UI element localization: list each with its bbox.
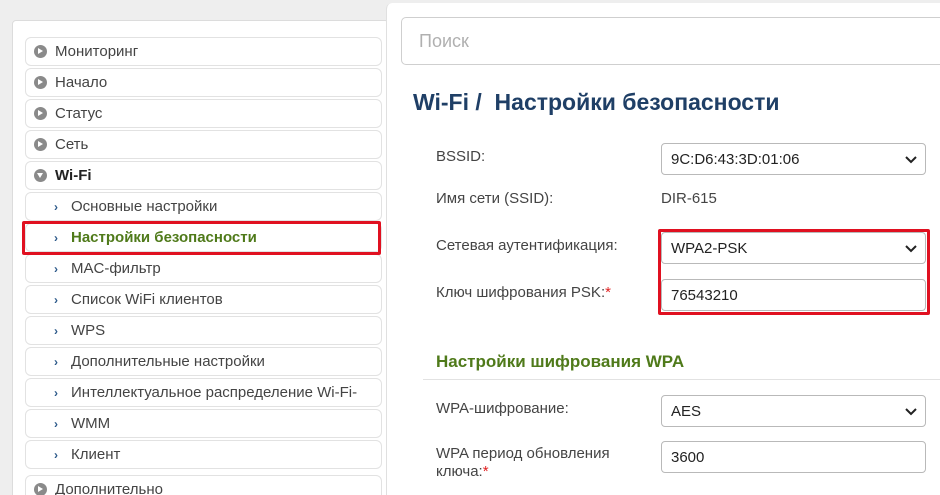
circle-arrow-right-icon bbox=[34, 483, 47, 495]
sidebar-item-label: Настройки безопасности bbox=[71, 229, 257, 246]
wpa-encryption-select[interactable]: AES bbox=[661, 395, 926, 427]
sidebar-item-mac-filter[interactable]: › MAC-фильтр bbox=[25, 254, 382, 283]
main-content: Wi-Fi / Настройки безопасности BSSID: 9C… bbox=[386, 3, 940, 495]
circle-arrow-down-icon bbox=[34, 169, 47, 182]
sidebar-item-monitoring[interactable]: Мониторинг bbox=[25, 37, 382, 66]
sidebar-item-label: Начало bbox=[55, 74, 108, 91]
psk-value: 76543210 bbox=[671, 286, 738, 304]
wpa-period-input[interactable]: 3600 bbox=[661, 441, 926, 473]
page-title: Wi-Fi / Настройки безопасности bbox=[413, 89, 780, 115]
sidebar-item-label: Wi-Fi bbox=[55, 167, 92, 184]
sidebar-item-label: Сеть bbox=[55, 136, 89, 153]
sidebar-item-network[interactable]: Сеть bbox=[25, 130, 382, 159]
search-input[interactable] bbox=[401, 17, 940, 65]
sidebar-item-security-settings[interactable]: › Настройки безопасности bbox=[25, 223, 382, 252]
sidebar-item-label: Основные настройки bbox=[71, 198, 218, 215]
chevron-right-icon: › bbox=[54, 354, 58, 369]
bssid-value: 9C:D6:43:3D:01:06 bbox=[671, 150, 800, 168]
chevron-right-icon: › bbox=[54, 385, 58, 400]
sidebar-item-label: WMM bbox=[71, 415, 111, 432]
chevron-right-icon: › bbox=[54, 292, 58, 307]
bssid-select[interactable]: 9C:D6:43:3D:01:06 bbox=[661, 143, 926, 175]
chevron-right-icon: › bbox=[54, 230, 58, 245]
sidebar-item-basic-settings[interactable]: › Основные настройки bbox=[25, 192, 382, 221]
wpa-encryption-value: AES bbox=[671, 402, 702, 420]
sidebar-item-wmm[interactable]: › WMM bbox=[25, 409, 382, 438]
sidebar-item-label: Дополнительно bbox=[55, 481, 163, 495]
circle-arrow-right-icon bbox=[34, 76, 47, 89]
chevron-down-icon bbox=[905, 156, 917, 164]
sidebar-item-status[interactable]: Статус bbox=[25, 99, 382, 128]
sidebar-item-label: Интеллектуальное распределение Wi-Fi- bbox=[71, 384, 358, 401]
bssid-label: BSSID: bbox=[436, 148, 486, 165]
sidebar-item-smart-distribution[interactable]: › Интеллектуальное распределение Wi-Fi- bbox=[25, 378, 382, 407]
chevron-right-icon: › bbox=[54, 261, 58, 276]
chevron-right-icon: › bbox=[54, 447, 58, 462]
sidebar-menu: Мониторинг Начало Статус Сеть Wi-Fi › Ос… bbox=[12, 20, 389, 495]
circle-arrow-right-icon bbox=[34, 45, 47, 58]
circle-arrow-right-icon bbox=[34, 138, 47, 151]
sidebar-item-wps[interactable]: › WPS bbox=[25, 316, 382, 345]
sidebar-item-advanced-settings[interactable]: › Дополнительные настройки bbox=[25, 347, 382, 376]
sidebar-item-label: Дополнительные настройки bbox=[71, 353, 265, 370]
chevron-right-icon: › bbox=[54, 323, 58, 338]
sidebar-item-additional[interactable]: Дополнительно bbox=[25, 475, 382, 495]
sidebar-item-label: Статус bbox=[55, 105, 103, 122]
section-title: Настройки шифрования WPA bbox=[436, 352, 685, 371]
wpa-encryption-label: WPA-шифрование: bbox=[436, 400, 569, 417]
auth-select[interactable]: WPA2-PSK bbox=[661, 232, 926, 264]
sidebar-item-start[interactable]: Начало bbox=[25, 68, 382, 97]
auth-value: WPA2-PSK bbox=[671, 239, 748, 257]
ssid-value: DIR-615 bbox=[661, 190, 717, 207]
chevron-right-icon: › bbox=[54, 199, 58, 214]
wpa-period-label: WPA период обновления ключа:* bbox=[436, 445, 610, 480]
chevron-down-icon bbox=[905, 408, 917, 416]
sidebar-item-label: Клиент bbox=[71, 446, 121, 463]
chevron-down-icon bbox=[905, 245, 917, 253]
sidebar-item-client[interactable]: › Клиент bbox=[25, 440, 382, 469]
psk-label: Ключ шифрования PSK:* bbox=[436, 284, 611, 301]
sidebar-item-wifi[interactable]: Wi-Fi bbox=[25, 161, 382, 190]
auth-label: Сетевая аутентификация: bbox=[436, 237, 618, 254]
sidebar-item-wifi-clients[interactable]: › Список WiFi клиентов bbox=[25, 285, 382, 314]
chevron-right-icon: › bbox=[54, 416, 58, 431]
wpa-period-value: 3600 bbox=[671, 448, 705, 466]
sidebar-item-label: Мониторинг bbox=[55, 43, 139, 60]
circle-arrow-right-icon bbox=[34, 107, 47, 120]
divider bbox=[423, 379, 940, 380]
psk-input[interactable]: 76543210 bbox=[661, 279, 926, 311]
sidebar-item-label: MAC-фильтр bbox=[71, 260, 161, 277]
sidebar-item-label: WPS bbox=[71, 322, 106, 339]
sidebar-item-label: Список WiFi клиентов bbox=[71, 291, 223, 308]
ssid-label: Имя сети (SSID): bbox=[436, 190, 554, 207]
